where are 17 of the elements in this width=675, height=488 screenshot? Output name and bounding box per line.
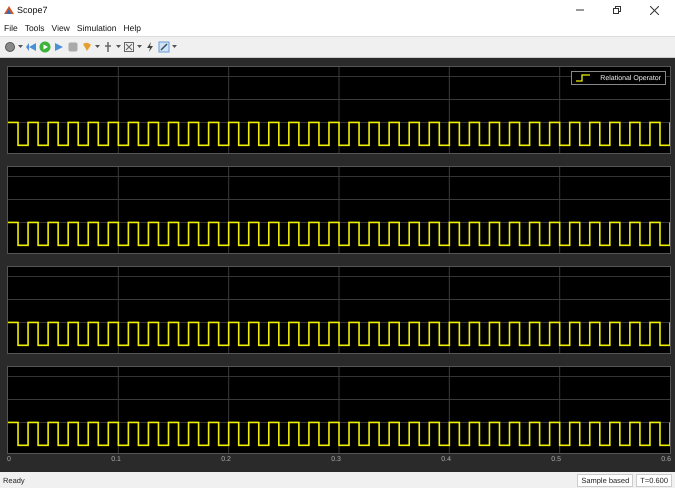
lightning-icon[interactable]: [144, 41, 156, 53]
cursor-icon[interactable]: [102, 41, 114, 53]
step-line-icon: [576, 74, 590, 82]
app-logo-icon: [4, 5, 14, 15]
menu-item[interactable]: File: [4, 23, 18, 33]
menu-item[interactable]: Simulation: [76, 23, 117, 33]
play-icon[interactable]: [39, 41, 51, 53]
close-icon[interactable]: [650, 6, 658, 14]
rewind-icon[interactable]: [25, 41, 37, 53]
pencil-icon[interactable]: [158, 41, 170, 53]
window-title: Scope7: [17, 5, 49, 15]
menu-item[interactable]: View: [52, 23, 70, 33]
zoom-fit-icon[interactable]: [123, 41, 135, 53]
step-forward-icon[interactable]: [53, 41, 65, 53]
menu-item[interactable]: Help: [124, 23, 141, 33]
restore-icon[interactable]: [613, 6, 621, 14]
menu-item[interactable]: Tools: [24, 23, 45, 33]
